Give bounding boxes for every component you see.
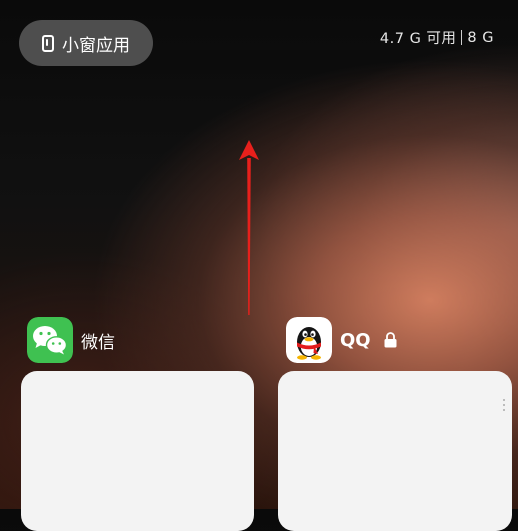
lock-icon[interactable] (383, 332, 398, 348)
swipe-up-arrow (239, 140, 259, 315)
qq-app-header[interactable]: QQ (286, 317, 398, 363)
qq-penguin-icon (286, 317, 332, 363)
qq-app-card[interactable] (278, 371, 512, 531)
more-dot (503, 404, 505, 406)
wechat-app-card[interactable] (21, 371, 254, 531)
arrow-shaft (247, 158, 251, 315)
qq-app-name: QQ (340, 329, 371, 351)
arrow-head (239, 140, 259, 160)
memory-divider (461, 30, 463, 45)
small-window-apps-label: 小窗应用 (62, 35, 130, 56)
wechat-app-header[interactable]: 微信 (27, 317, 115, 363)
memory-total: 8 G (467, 29, 494, 46)
wechat-icon (27, 317, 73, 363)
memory-status: 4.7 G 可用 8 G (380, 27, 494, 48)
small-window-icon (42, 34, 54, 52)
small-window-apps-button[interactable]: 小窗应用 (19, 20, 153, 66)
memory-available: 4.7 G 可用 (379, 31, 457, 47)
more-dot (503, 409, 505, 411)
wechat-app-name: 微信 (81, 332, 115, 353)
more-dot (503, 399, 505, 401)
more-dots-icon[interactable] (503, 399, 506, 411)
